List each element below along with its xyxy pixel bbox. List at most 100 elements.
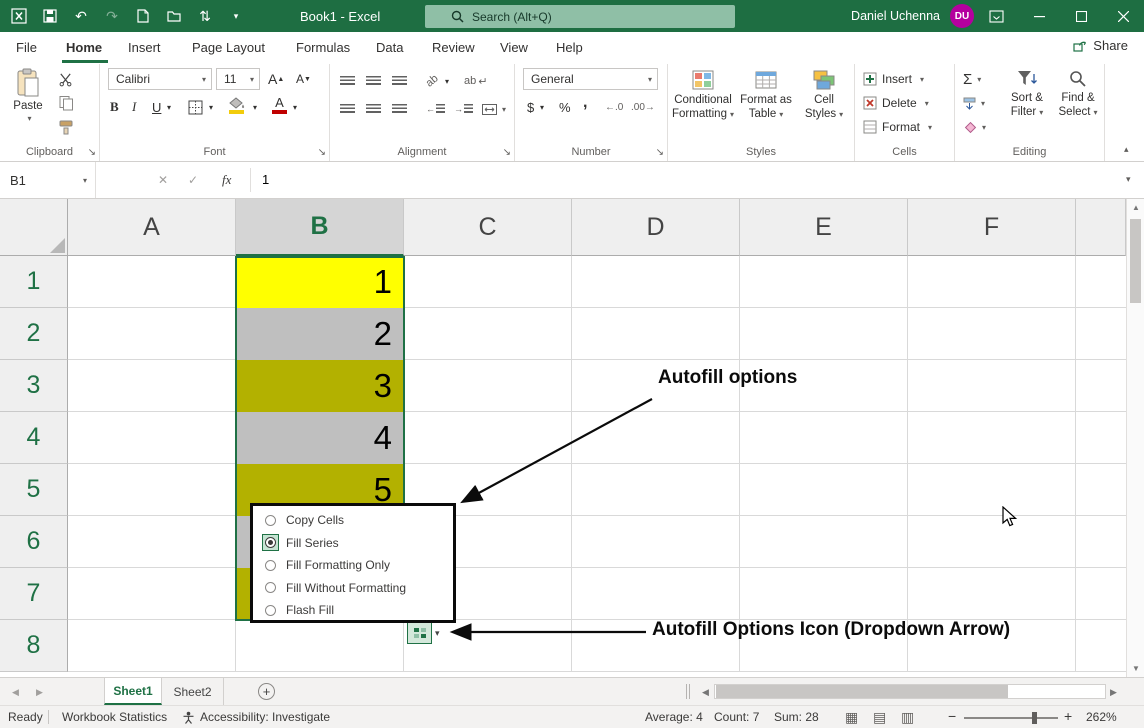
share-button[interactable]: Share [1072, 38, 1128, 53]
page-break-view-button[interactable]: ▥ [901, 709, 914, 726]
enter-icon[interactable]: ✓ [188, 173, 198, 187]
redo-icon[interactable]: ↷ [103, 7, 121, 25]
paste-button[interactable]: Paste ▾ [6, 68, 50, 123]
minimize-button[interactable] [1018, 0, 1060, 32]
horizontal-scroll-thumb[interactable] [716, 685, 1008, 698]
cell-b3[interactable]: 3 [236, 360, 404, 412]
autofill-dropdown-arrow-icon[interactable]: ▾ [435, 628, 440, 639]
column-header-d[interactable]: D [572, 199, 740, 256]
row-header-3[interactable]: 3 [0, 360, 68, 412]
avatar[interactable]: DU [950, 4, 974, 28]
tab-sheet2[interactable]: Sheet2 [162, 678, 224, 705]
tab-sheet1[interactable]: Sheet1 [104, 678, 162, 705]
orientation-button[interactable]: ab [420, 69, 444, 94]
align-bottom-button[interactable] [392, 70, 407, 92]
alignment-dialog-launcher[interactable]: ↘ [503, 148, 511, 158]
hscroll-right-icon[interactable]: ▶ [1110, 687, 1117, 698]
zoom-out-button[interactable]: − [948, 708, 956, 724]
undo-icon[interactable]: ↶ [72, 7, 90, 25]
maximize-button[interactable] [1060, 0, 1102, 32]
column-header-e[interactable]: E [740, 199, 908, 256]
font-color-button[interactable]: A [272, 94, 287, 116]
fill-button[interactable]: ▾ [963, 92, 985, 114]
borders-chevron-icon[interactable]: ▾ [209, 96, 213, 118]
decrease-font-button[interactable]: A▼ [296, 68, 311, 90]
accessibility-status[interactable]: Accessibility: Investigate [200, 710, 330, 724]
column-header-b[interactable]: B [236, 199, 404, 256]
format-painter-button[interactable] [58, 116, 74, 138]
zoom-slider-track[interactable] [964, 717, 1058, 719]
zoom-slider-thumb[interactable] [1032, 712, 1037, 724]
fx-icon[interactable]: fx [222, 172, 231, 188]
italic-button[interactable]: I [132, 96, 136, 118]
font-name-select[interactable]: Calibri▾ [108, 68, 212, 90]
cell-b1[interactable]: 1 [236, 256, 404, 308]
increase-font-button[interactable]: A▲ [268, 68, 284, 90]
align-center-button[interactable] [366, 98, 381, 120]
close-button[interactable] [1102, 0, 1144, 32]
save-icon[interactable] [41, 7, 59, 25]
select-all-corner[interactable] [0, 199, 68, 256]
wrap-text-button[interactable]: ab↵ [464, 70, 487, 92]
increase-indent-button[interactable]: → [454, 98, 473, 120]
column-header-partial[interactable] [1076, 199, 1126, 256]
font-size-select[interactable]: 11▾ [216, 68, 260, 90]
search-box[interactable]: Search (Alt+Q) [425, 5, 735, 28]
tab-home[interactable]: Home [66, 40, 102, 55]
tab-review[interactable]: Review [432, 40, 475, 55]
tab-file[interactable]: File [16, 40, 37, 55]
format-button[interactable]: Format▾ [863, 116, 932, 138]
find-select-button[interactable]: Find & Select▾ [1055, 68, 1101, 118]
normal-view-button[interactable]: ▦ [845, 709, 858, 726]
column-header-a[interactable]: A [68, 199, 236, 256]
scroll-down-icon[interactable]: ▼ [1132, 664, 1140, 673]
decrease-indent-button[interactable]: ← [426, 98, 445, 120]
new-file-icon[interactable] [134, 7, 152, 25]
page-layout-view-button[interactable]: ▤ [873, 709, 886, 726]
row-header-1[interactable]: 1 [0, 256, 68, 308]
user-name[interactable]: Daniel Uchenna [851, 9, 940, 23]
formula-bar-expand-icon[interactable]: ▾ [1126, 174, 1131, 185]
cell-b4[interactable]: 4 [236, 412, 404, 464]
number-dialog-launcher[interactable]: ↘ [656, 148, 664, 158]
tab-data[interactable]: Data [376, 40, 403, 55]
fill-color-chevron-icon[interactable]: ▾ [253, 96, 257, 118]
cut-button[interactable] [58, 68, 73, 90]
row-header-2[interactable]: 2 [0, 308, 68, 360]
currency-button[interactable]: $ [527, 96, 534, 118]
sheet-nav-left-icon[interactable]: ◀ [12, 687, 19, 698]
tab-formulas[interactable]: Formulas [296, 40, 350, 55]
align-top-button[interactable] [340, 70, 355, 92]
cell-styles-button[interactable]: Cell Styles▾ [798, 68, 850, 120]
tab-help[interactable]: Help [556, 40, 583, 55]
workbook-statistics-button[interactable]: Workbook Statistics [62, 710, 167, 724]
fill-color-button[interactable] [228, 94, 245, 116]
ribbon-display-options-icon[interactable] [974, 0, 1018, 32]
increase-decimal-button[interactable]: ←.0 [605, 96, 623, 118]
tab-insert[interactable]: Insert [128, 40, 161, 55]
collapse-ribbon-icon[interactable]: ▴ [1124, 144, 1129, 155]
scroll-up-icon[interactable]: ▲ [1132, 203, 1140, 212]
percent-button[interactable]: % [559, 96, 571, 118]
vertical-scroll-thumb[interactable] [1130, 219, 1141, 303]
delete-button[interactable]: Delete▾ [863, 92, 929, 114]
row-header-5[interactable]: 5 [0, 464, 68, 516]
merge-center-button[interactable]: ▾ [482, 98, 506, 120]
qat-customize-chevron-icon[interactable]: ▾ [227, 7, 245, 25]
vertical-scrollbar[interactable]: ▲ ▼ [1126, 199, 1144, 677]
row-header-4[interactable]: 4 [0, 412, 68, 464]
tab-view[interactable]: View [500, 40, 528, 55]
font-color-chevron-icon[interactable]: ▾ [293, 96, 297, 118]
menu-item-copy-cells[interactable]: Copy Cells [253, 509, 453, 532]
format-as-table-button[interactable]: Format as Table▾ [736, 68, 796, 120]
tab-page-layout[interactable]: Page Layout [192, 40, 265, 55]
comma-button[interactable]: , [583, 92, 587, 114]
column-header-c[interactable]: C [404, 199, 572, 256]
underline-button[interactable]: U [152, 96, 161, 118]
bold-button[interactable]: B [110, 96, 119, 118]
hscroll-left-icon[interactable]: ◀ [702, 687, 709, 698]
align-middle-button[interactable] [366, 70, 381, 92]
conditional-formatting-button[interactable]: Conditional Formatting▾ [672, 68, 734, 120]
formula-input[interactable]: 1 [262, 172, 269, 187]
menu-item-flash-fill[interactable]: Flash Fill [253, 599, 453, 622]
